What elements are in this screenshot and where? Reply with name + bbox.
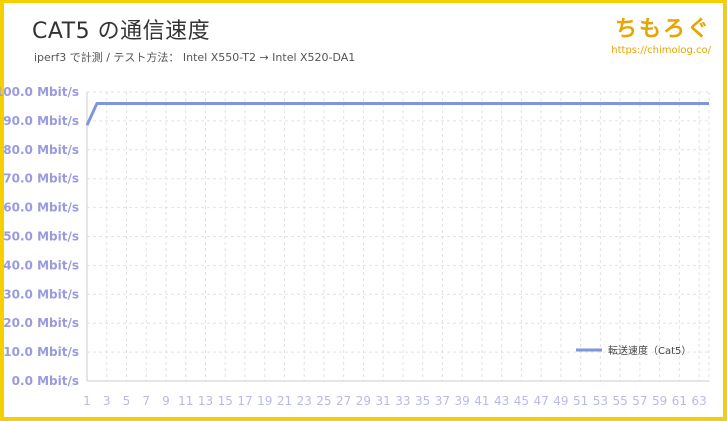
x-tick-label: 51 [573, 394, 588, 408]
legend-label: 転送速度（Cat5） [608, 344, 691, 357]
x-tick-label: 49 [553, 394, 568, 408]
x-tick-label: 25 [316, 394, 331, 408]
x-tick-label: 31 [376, 394, 391, 408]
x-tick-label: 29 [356, 394, 371, 408]
x-tick-label: 61 [672, 394, 687, 408]
x-tick-label: 53 [593, 394, 608, 408]
x-tick-label: 3 [103, 394, 111, 408]
y-tick-label: 30.0 Mbit/s [3, 287, 79, 301]
x-tick-label: 9 [162, 394, 170, 408]
y-tick-label: 90.0 Mbit/s [3, 114, 79, 128]
x-tick-label: 17 [237, 394, 252, 408]
x-tick-label: 19 [257, 394, 272, 408]
x-tick-label: 37 [435, 394, 450, 408]
y-tick-label: 80.0 Mbit/s [3, 143, 79, 157]
y-tick-label: 70.0 Mbit/s [3, 172, 79, 186]
y-tick-label: 40.0 Mbit/s [3, 258, 79, 272]
x-tick-label: 15 [218, 394, 233, 408]
line-chart: 0.0 Mbit/s 10.0 Mbit/s 20.0 Mbit/s 30.0 Mbi… [0, 85, 710, 408]
x-tick-label: 21 [277, 394, 292, 408]
x-tick-label: 55 [613, 394, 628, 408]
x-tick-label: 39 [455, 394, 470, 408]
x-tick-label: 57 [632, 394, 647, 408]
x-tick-label: 13 [198, 394, 213, 408]
y-tick-label: 50.0 Mbit/s [3, 230, 79, 244]
x-tick-label: 47 [534, 394, 549, 408]
x-tick-label: 5 [123, 394, 131, 408]
x-tick-label: 33 [395, 394, 410, 408]
y-tick-label: 0.0 Mbit/s [12, 374, 79, 388]
y-tick-label: 20.0 Mbit/s [3, 316, 79, 330]
x-tick-label: 63 [691, 394, 706, 408]
series-line [85, 102, 709, 126]
x-tick-label: 27 [336, 394, 351, 408]
y-tick-label: 60.0 Mbit/s [3, 201, 79, 215]
x-tick-label: 1 [83, 394, 91, 408]
x-tick-label: 43 [494, 394, 509, 408]
x-tick-label: 41 [474, 394, 489, 408]
x-tick-label: 45 [514, 394, 529, 408]
x-tick-label: 11 [178, 394, 193, 408]
x-tick-label: 35 [415, 394, 430, 408]
y-tick-label: 100.0 Mbit/s [0, 85, 79, 99]
x-tick-label: 7 [142, 394, 150, 408]
x-tick-label: 23 [297, 394, 312, 408]
y-tick-label: 10.0 Mbit/s [3, 345, 79, 359]
x-tick-label: 59 [652, 394, 667, 408]
